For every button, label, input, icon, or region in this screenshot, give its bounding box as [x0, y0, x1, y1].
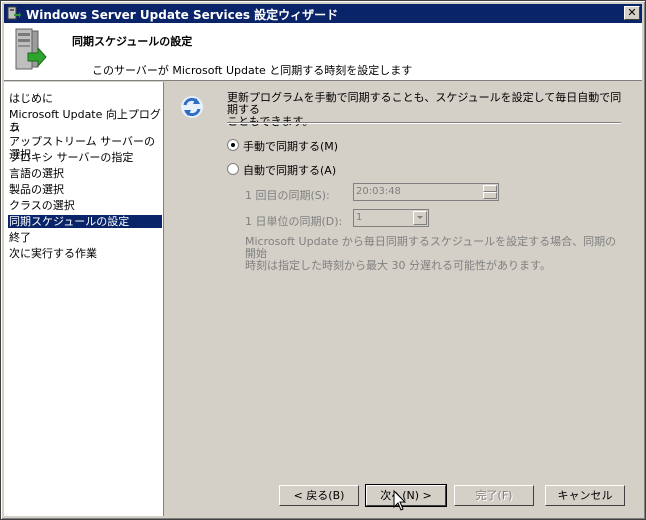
first-sync-label: 1 回目の同期(S): [245, 189, 330, 202]
radio-unselected-icon[interactable] [227, 163, 239, 175]
window-title: Windows Server Update Services 設定ウィザード [26, 8, 339, 22]
wizard-window: Windows Server Update Services 設定ウィザード ✕… [0, 0, 646, 520]
page-subtitle: このサーバーが Microsoft Update と同期する時刻を設定します [92, 64, 413, 77]
daily-sync-label: 1 日単位の同期(D): [245, 215, 343, 228]
first-sync-time-value: 20:03:48 [356, 186, 401, 197]
radio-selected-icon[interactable] [227, 139, 239, 151]
note-line-2: 時刻は指定した時刻から最大 30 分遅れる可能性があります。 [245, 259, 551, 272]
sidebar-item-finished[interactable]: 終了 [8, 231, 162, 244]
sidebar-item-whats-next[interactable]: 次に実行する作業 [8, 247, 162, 260]
spin-buttons[interactable] [483, 185, 497, 199]
server-sync-icon [15, 28, 47, 70]
sidebar-item-getting-started[interactable]: はじめに [8, 92, 162, 105]
wizard-steps-sidebar: はじめに Microsoft Update 向上プログラ ム アップストリーム … [4, 82, 164, 516]
finish-button[interactable]: 完了(F) [454, 485, 534, 506]
close-icon[interactable]: ✕ [624, 6, 640, 20]
sidebar-item-improvement-program-cont[interactable]: ム [8, 121, 162, 134]
sidebar-item-sync-schedule[interactable]: 同期スケジュールの設定 [8, 215, 162, 228]
chevron-down-icon[interactable] [413, 211, 427, 225]
sidebar-item-languages[interactable]: 言語の選択 [8, 167, 162, 180]
wsus-app-icon [7, 6, 21, 20]
sidebar-item-classifications[interactable]: クラスの選択 [8, 199, 162, 212]
manual-sync-label: 手動で同期する(M) [243, 140, 339, 153]
sync-note: Microsoft Update から毎日同期するスケジュールを設定する場合、同… [245, 236, 625, 272]
mouse-cursor-icon [393, 490, 407, 511]
intro-line-1: 更新プログラムを手動で同期することも、スケジュールを設定して毎日自動で同期する [227, 91, 622, 116]
first-sync-time-field[interactable]: 20:03:48 [353, 183, 499, 201]
page-title: 同期スケジュールの設定 [72, 35, 193, 48]
wizard-content: 更新プログラムを手動で同期することも、スケジュールを設定して毎日自動で同期する … [165, 82, 642, 516]
cancel-button[interactable]: キャンセル [545, 485, 625, 506]
wizard-header: 同期スケジュールの設定 このサーバーが Microsoft Update と同期… [4, 23, 642, 81]
note-line-1: Microsoft Update から毎日同期するスケジュールを設定する場合、同… [245, 235, 617, 260]
sync-icon [181, 96, 203, 118]
sidebar-item-proxy-server[interactable]: プロキシ サーバーの指定 [8, 151, 162, 164]
daily-sync-dropdown[interactable]: 1 [353, 209, 429, 227]
back-button[interactable]: < 戻る(B) [279, 485, 359, 506]
title-bar[interactable]: Windows Server Update Services 設定ウィザード ✕ [4, 4, 642, 23]
sidebar-item-products[interactable]: 製品の選択 [8, 183, 162, 196]
daily-sync-value: 1 [356, 212, 363, 223]
auto-sync-label: 自動で同期する(A) [243, 164, 337, 177]
separator [227, 122, 621, 123]
